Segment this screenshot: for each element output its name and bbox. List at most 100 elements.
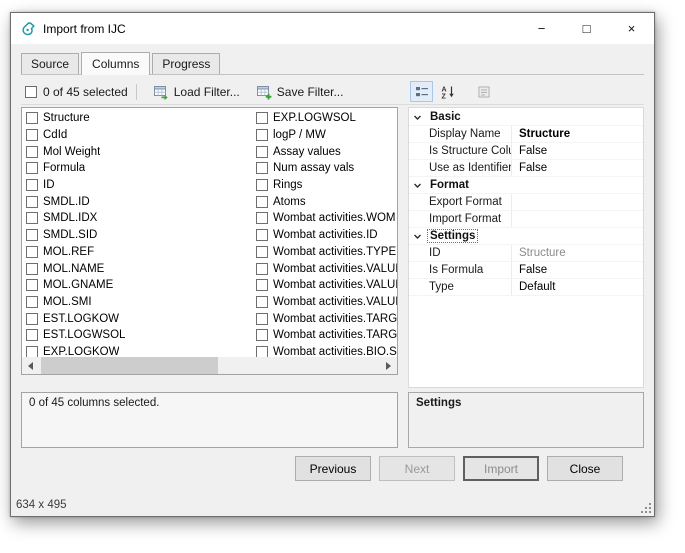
column-list-item[interactable]: SMDL.ID: [22, 193, 252, 210]
checkbox[interactable]: [26, 129, 38, 141]
property-category-row[interactable]: Settings: [409, 228, 643, 245]
property-row[interactable]: Is Formula False: [409, 262, 643, 279]
column-list-item[interactable]: CdId: [22, 127, 252, 144]
checkbox[interactable]: [256, 279, 268, 291]
property-row[interactable]: ID Structure: [409, 245, 643, 262]
column-list-item[interactable]: Wombat activities.VALUI: [252, 260, 397, 277]
checkbox[interactable]: [26, 212, 38, 224]
column-list-item[interactable]: logP / MW: [252, 127, 397, 144]
checkbox[interactable]: [26, 313, 38, 325]
column-list-item[interactable]: EST.LOGWSOL: [22, 327, 252, 344]
checkbox[interactable]: [256, 229, 268, 241]
column-list-item[interactable]: Wombat activities.VALUI: [252, 294, 397, 311]
tab-source[interactable]: Source: [21, 53, 79, 74]
column-list-item[interactable]: MOL.GNAME: [22, 277, 252, 294]
maximize-button[interactable]: □: [564, 13, 609, 44]
column-list-item[interactable]: Formula: [22, 160, 252, 177]
checkbox[interactable]: [256, 246, 268, 258]
checkbox[interactable]: [256, 146, 268, 158]
checkbox[interactable]: [256, 196, 268, 208]
column-list-item[interactable]: Wombat activities.TYPE: [252, 244, 397, 261]
previous-button[interactable]: Previous: [295, 456, 371, 481]
column-list-item[interactable]: Wombat activities.VALUI: [252, 277, 397, 294]
selection-summary: 0 of 45 selected: [43, 85, 128, 99]
load-filter-button[interactable]: Load Filter...: [145, 81, 248, 103]
scrollbar-track[interactable]: [39, 357, 380, 374]
column-list-item[interactable]: SMDL.IDX: [22, 210, 252, 227]
checkbox[interactable]: [26, 329, 38, 341]
column-list-item[interactable]: Wombat activities.ID: [252, 227, 397, 244]
property-row[interactable]: Type Default: [409, 279, 643, 296]
categorized-icon: [415, 85, 429, 99]
checkbox[interactable]: [26, 229, 38, 241]
tab-columns[interactable]: Columns: [81, 52, 150, 75]
column-list-item[interactable]: Num assay vals: [252, 160, 397, 177]
alphabetical-sort-button[interactable]: A Z: [436, 81, 459, 102]
close-button[interactable]: Close: [547, 456, 623, 481]
column-list-item[interactable]: MOL.SMI: [22, 294, 252, 311]
select-all-checkbox[interactable]: [25, 86, 37, 98]
checkbox[interactable]: [26, 279, 38, 291]
checkbox[interactable]: [26, 196, 38, 208]
checkbox[interactable]: [256, 313, 268, 325]
checkbox[interactable]: [256, 346, 268, 357]
property-row[interactable]: Display Name Structure: [409, 126, 643, 143]
scroll-left-button[interactable]: [22, 357, 39, 374]
property-row[interactable]: Import Format: [409, 211, 643, 228]
property-row[interactable]: Export Format: [409, 194, 643, 211]
property-row[interactable]: Is Structure Colu False: [409, 143, 643, 160]
column-list-item[interactable]: EXP.LOGWSOL: [252, 110, 397, 127]
column-list-item[interactable]: Assay values: [252, 143, 397, 160]
window-close-button[interactable]: ×: [609, 13, 654, 44]
column-list-item[interactable]: Rings: [252, 177, 397, 194]
column-list-item[interactable]: EXP.LOGKOW: [22, 344, 252, 357]
checkbox[interactable]: [256, 179, 268, 191]
column-list-item[interactable]: EST.LOGKOW: [22, 310, 252, 327]
titlebar[interactable]: Import from IJC − □ ×: [11, 13, 654, 44]
scrollbar-thumb[interactable]: [41, 357, 218, 374]
save-filter-button[interactable]: Save Filter...: [248, 81, 352, 103]
categorized-view-button[interactable]: [410, 81, 433, 102]
checkbox[interactable]: [26, 112, 38, 124]
property-category-row[interactable]: Basic: [409, 109, 643, 126]
resize-grip[interactable]: [640, 502, 653, 515]
tabstrip: Source Columns Progress: [21, 51, 644, 75]
checkbox[interactable]: [26, 346, 38, 357]
minimize-button[interactable]: −: [519, 13, 564, 44]
checkbox[interactable]: [26, 146, 38, 158]
column-list-item[interactable]: ID: [22, 177, 252, 194]
propgrid-toolbar: A Z: [408, 81, 644, 102]
column-list-item[interactable]: Wombat activities.BIO.S: [252, 344, 397, 357]
checkbox[interactable]: [256, 296, 268, 308]
checkbox[interactable]: [256, 112, 268, 124]
chevron-down-icon: [413, 181, 422, 190]
horizontal-scrollbar[interactable]: [22, 357, 397, 374]
column-list-item[interactable]: Wombat activities.TARG: [252, 327, 397, 344]
column-list-item[interactable]: Wombat activities.TARG: [252, 310, 397, 327]
checkbox[interactable]: [26, 246, 38, 258]
checkbox[interactable]: [256, 263, 268, 275]
checkbox[interactable]: [26, 296, 38, 308]
column-list-item[interactable]: MOL.NAME: [22, 260, 252, 277]
checkbox[interactable]: [256, 129, 268, 141]
checkbox[interactable]: [26, 263, 38, 275]
maximize-icon: □: [583, 21, 591, 36]
property-category-row[interactable]: Format: [409, 177, 643, 194]
scroll-right-button[interactable]: [380, 357, 397, 374]
column-list-item[interactable]: Mol Weight: [22, 143, 252, 160]
load-filter-icon: [153, 84, 169, 100]
column-list-item[interactable]: Atoms: [252, 193, 397, 210]
column-list-item[interactable]: Wombat activities.WOM: [252, 210, 397, 227]
checkbox[interactable]: [256, 329, 268, 341]
selection-status-box: 0 of 45 columns selected.: [21, 392, 398, 448]
checkbox[interactable]: [256, 162, 268, 174]
column-list-item[interactable]: MOL.REF: [22, 244, 252, 261]
tab-progress[interactable]: Progress: [152, 53, 220, 74]
property-row[interactable]: Use as Identifier False: [409, 160, 643, 177]
column-list-item[interactable]: Structure: [22, 110, 252, 127]
checkbox[interactable]: [26, 179, 38, 191]
checkbox[interactable]: [26, 162, 38, 174]
column-list-item[interactable]: SMDL.SID: [22, 227, 252, 244]
checkbox[interactable]: [256, 212, 268, 224]
column-list-right: EXP.LOGWSOL logP / MW Assay values Num a…: [252, 110, 397, 357]
